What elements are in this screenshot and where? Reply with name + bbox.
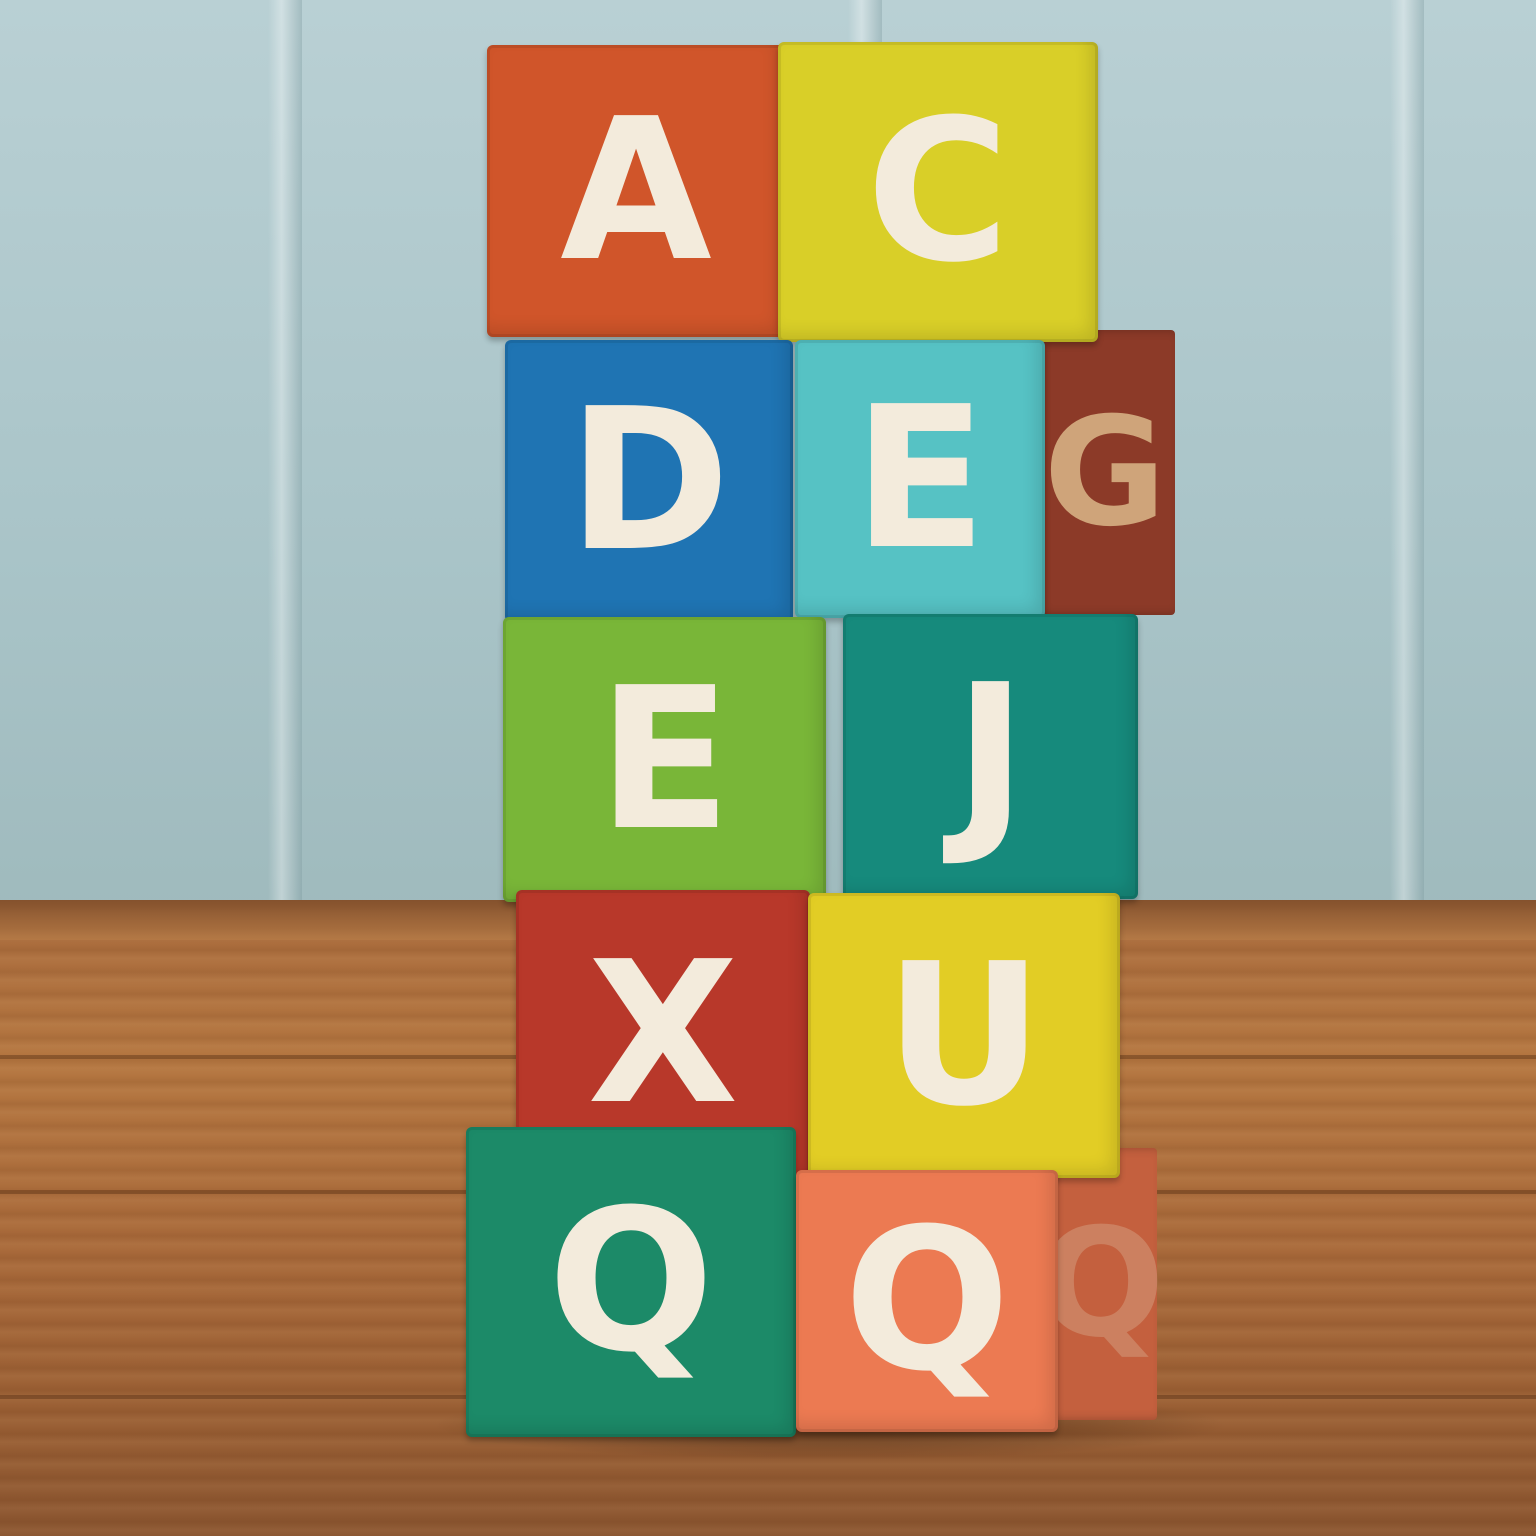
- letter-block: Q: [796, 1170, 1058, 1432]
- block-letter: D: [567, 367, 731, 595]
- block-letter: A: [560, 77, 712, 305]
- block-side-face: G: [1035, 330, 1175, 615]
- block-letter: E: [597, 645, 732, 874]
- block-side-letter: G: [1043, 385, 1167, 560]
- block-letter: U: [884, 921, 1044, 1150]
- letter-block: E: [503, 617, 826, 902]
- photo-scene: G Q A C D E E J X U Q Q: [0, 0, 1536, 1536]
- letter-block: A: [487, 45, 785, 337]
- letter-block: J: [843, 614, 1138, 899]
- letter-block: E: [795, 340, 1045, 618]
- block-letter: Q: [843, 1187, 1011, 1415]
- block-letter: J: [954, 642, 1027, 871]
- block-letter: E: [853, 365, 987, 593]
- wall-panel-groove: [1390, 0, 1424, 920]
- block-letter: Q: [547, 1168, 715, 1396]
- wall-panel-groove: [268, 0, 302, 920]
- letter-block: U: [808, 893, 1120, 1178]
- letter-block: C: [778, 42, 1098, 342]
- block-side-letter: Q: [1037, 1197, 1165, 1371]
- letter-block: D: [505, 340, 793, 622]
- block-side-face: Q: [1037, 1148, 1165, 1420]
- letter-block: Q: [466, 1127, 796, 1437]
- block-letter: C: [866, 78, 1010, 306]
